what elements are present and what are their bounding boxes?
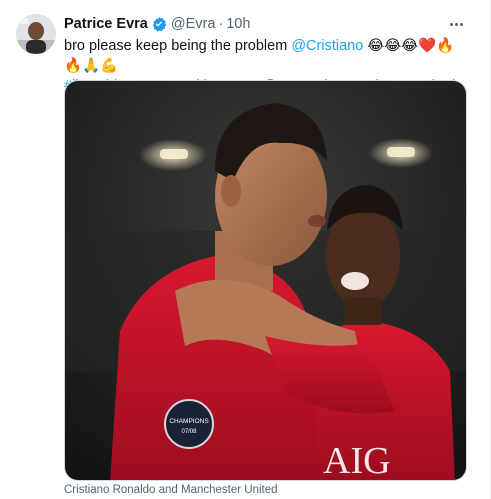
mention-cristiano-link[interactable]: @Cristiano: [291, 38, 363, 54]
badge-text-2: 07/08: [181, 429, 197, 435]
tweet-text-part: bro please keep being the problem: [64, 38, 292, 54]
badge-text-1: CHAMPIONS: [169, 418, 209, 425]
media-caption: Cristiano Ronaldo and Manchester United: [64, 484, 278, 496]
avatar-image: [16, 14, 56, 54]
verified-badge-icon: [151, 16, 167, 32]
tweet-header: Patrice Evra @Evra · 10h: [64, 14, 450, 34]
author-name[interactable]: Patrice Evra: [64, 16, 148, 32]
photo-illustration: CHAMPIONS 07/08 AIG: [65, 81, 466, 481]
header-separator: ·: [218, 16, 224, 32]
tweet-card[interactable]: Patrice Evra @Evra · 10h bro please keep…: [0, 0, 491, 499]
author-handle[interactable]: @Evra: [171, 16, 216, 32]
tweet-media-image[interactable]: CHAMPIONS 07/08 AIG: [64, 80, 467, 481]
tweet-timestamp[interactable]: 10h: [226, 16, 250, 32]
more-options-icon[interactable]: [444, 14, 468, 34]
shirt-sponsor-text: AIG: [323, 440, 391, 481]
author-avatar[interactable]: [16, 14, 56, 54]
